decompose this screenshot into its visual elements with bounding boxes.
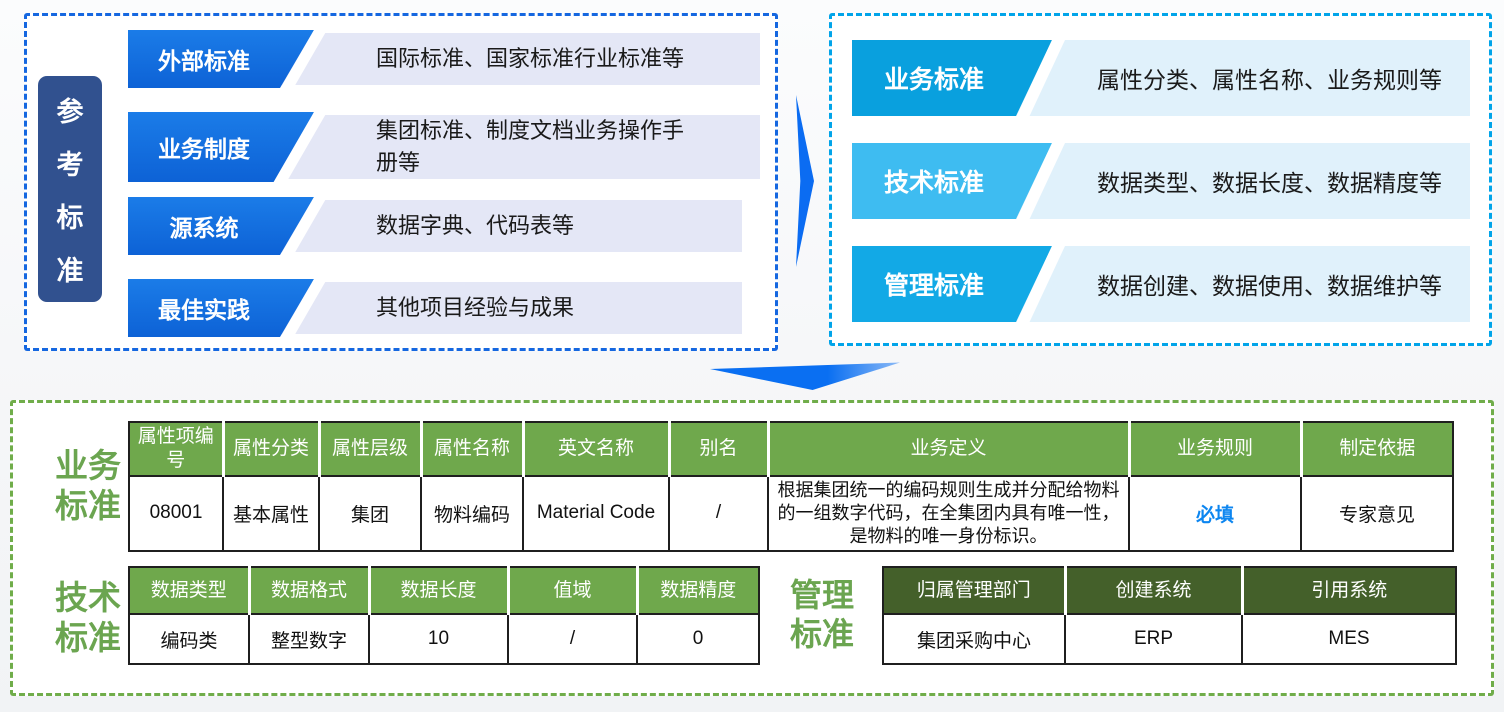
- data-standards-diagram: 参 考 标 准 外部标准 国际标准、国家标准行业标准等 业务制度 集团标准、制度…: [0, 0, 1504, 712]
- row-description: 属性分类、属性名称、业务规则等: [1097, 40, 1442, 116]
- column-header: 属性名称: [421, 422, 523, 476]
- cell-business-definition: 根据集团统一的编码规则生成并分配给物料的一组数字代码，在全集团内具有唯一性，是物…: [768, 476, 1129, 551]
- cell-attribute-name: 物料编码: [421, 476, 523, 551]
- row-description: 集团标准、制度文档业务操作手册等: [376, 112, 694, 182]
- right-arrow-icon: [796, 95, 814, 267]
- reference-row-best-practice: 最佳实践 其他项目经验与成果: [128, 279, 742, 337]
- cell-creating-system: ERP: [1065, 614, 1242, 664]
- section-label-line: 管理: [782, 576, 862, 615]
- column-header: 属性分类: [223, 422, 319, 476]
- row-tag-label: 业务制度: [158, 130, 250, 164]
- column-header: 数据格式: [249, 567, 369, 614]
- row-tag-label: 管理标准: [884, 266, 984, 302]
- section-label-line: 技术: [38, 578, 138, 618]
- table-row: 08001 基本属性 集团 物料编码 Material Code / 根据集团统…: [129, 476, 1453, 551]
- column-header: 值域: [508, 567, 637, 614]
- row-description: 数据字典、代码表等: [376, 197, 574, 255]
- cell-attribute-id: 08001: [129, 476, 223, 551]
- column-header: 创建系统: [1065, 567, 1242, 614]
- row-tag-label: 业务标准: [884, 60, 984, 96]
- cell-alias: /: [669, 476, 768, 551]
- business-standard-section-label: 业务 标准: [38, 446, 138, 527]
- cell-owning-department: 集团采购中心: [883, 614, 1065, 664]
- table-row: 编码类 整型数字 10 / 0: [129, 614, 759, 664]
- technical-standard-section-label: 技术 标准: [38, 578, 138, 659]
- cell-value-range: /: [508, 614, 637, 664]
- cell-english-name: Material Code: [523, 476, 669, 551]
- column-header: 归属管理部门: [883, 567, 1065, 614]
- management-standard-section-label: 管理 标准: [782, 576, 862, 654]
- business-standard-table: 属性项编号 属性分类 属性层级 属性名称 英文名称 别名 业务定义 业务规则 制…: [128, 421, 1454, 552]
- side-label-char: 参: [57, 90, 84, 129]
- column-header: 别名: [669, 422, 768, 476]
- column-header: 数据类型: [129, 567, 249, 614]
- row-description: 数据类型、数据长度、数据精度等: [1097, 143, 1442, 219]
- row-description: 数据创建、数据使用、数据维护等: [1097, 246, 1442, 322]
- category-row-business-standard: 业务标准 属性分类、属性名称、业务规则等: [852, 40, 1470, 116]
- row-tag-label: 源系统: [170, 209, 239, 243]
- side-label-char: 准: [57, 249, 84, 288]
- column-header: 业务定义: [768, 422, 1129, 476]
- down-arrow-icon: [710, 362, 900, 390]
- cell-data-format: 整型数字: [249, 614, 369, 664]
- reference-row-business-policy: 业务制度 集团标准、制度文档业务操作手册等: [128, 112, 760, 182]
- category-row-management-standard: 管理标准 数据创建、数据使用、数据维护等: [852, 246, 1470, 322]
- section-label-line: 标准: [38, 486, 138, 526]
- reference-row-external-standards: 外部标准 国际标准、国家标准行业标准等: [128, 30, 760, 88]
- section-label-line: 标准: [782, 615, 862, 654]
- section-label-line: 业务: [38, 446, 138, 486]
- column-header: 属性项编号: [129, 422, 223, 476]
- cell-referencing-system: MES: [1242, 614, 1456, 664]
- cell-attribute-level: 集团: [319, 476, 421, 551]
- cell-business-rule: 必填: [1129, 476, 1301, 551]
- cell-data-type: 编码类: [129, 614, 249, 664]
- column-header: 英文名称: [523, 422, 669, 476]
- column-header: 业务规则: [1129, 422, 1301, 476]
- cell-data-length: 10: [369, 614, 508, 664]
- column-header: 数据长度: [369, 567, 508, 614]
- side-label-char: 考: [57, 143, 84, 182]
- row-tag-label: 技术标准: [884, 163, 984, 199]
- row-tag-label: 最佳实践: [158, 291, 250, 325]
- column-header: 制定依据: [1301, 422, 1453, 476]
- section-label-line: 标准: [38, 618, 138, 658]
- column-header: 属性层级: [319, 422, 421, 476]
- row-description: 国际标准、国家标准行业标准等: [376, 30, 684, 88]
- cell-basis: 专家意见: [1301, 476, 1453, 551]
- category-row-technical-standard: 技术标准 数据类型、数据长度、数据精度等: [852, 143, 1470, 219]
- row-description: 其他项目经验与成果: [376, 279, 574, 337]
- column-header: 数据精度: [637, 567, 759, 614]
- cell-attribute-category: 基本属性: [223, 476, 319, 551]
- table-row: 集团采购中心 ERP MES: [883, 614, 1456, 664]
- technical-standard-table: 数据类型 数据格式 数据长度 值域 数据精度 编码类 整型数字 10 / 0: [128, 566, 760, 665]
- management-standard-table: 归属管理部门 创建系统 引用系统 集团采购中心 ERP MES: [882, 566, 1457, 665]
- column-header: 引用系统: [1242, 567, 1456, 614]
- reference-row-source-system: 源系统 数据字典、代码表等: [128, 197, 742, 255]
- row-tag-label: 外部标准: [158, 42, 250, 76]
- reference-standards-side-label: 参 考 标 准: [38, 76, 102, 302]
- side-label-char: 标: [57, 196, 84, 235]
- cell-data-precision: 0: [637, 614, 759, 664]
